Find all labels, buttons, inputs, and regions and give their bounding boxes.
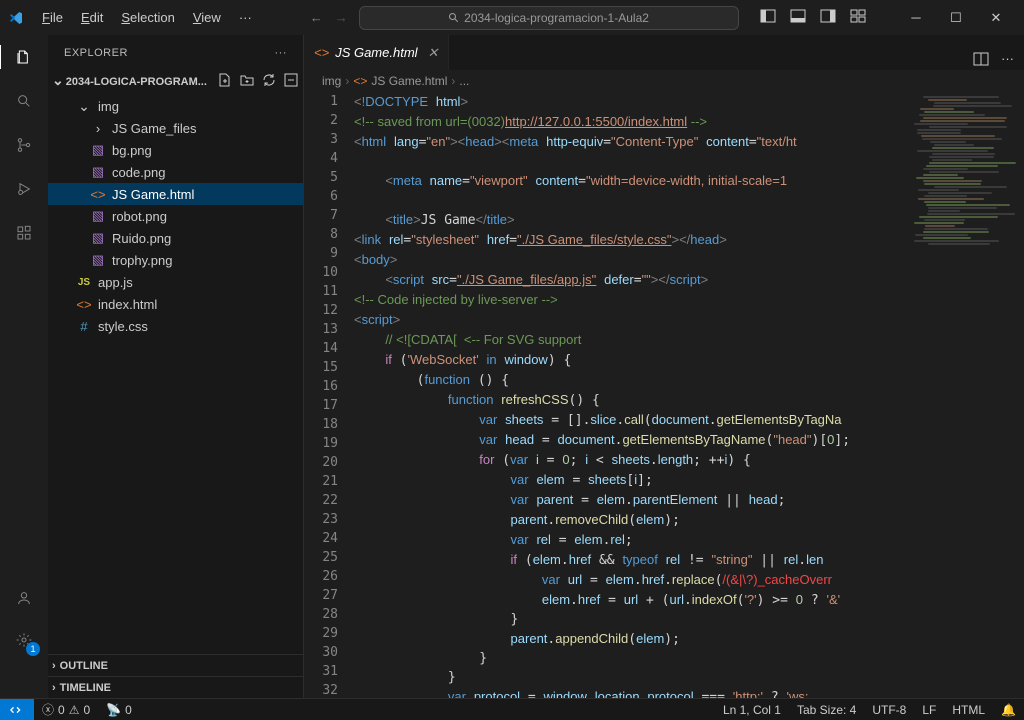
nav-back-icon[interactable]: ←	[310, 10, 323, 25]
menu-file[interactable]: File	[34, 6, 71, 29]
new-file-icon[interactable]	[217, 72, 233, 91]
tree-item[interactable]: #style.css	[48, 315, 303, 337]
explorer-icon[interactable]	[0, 45, 47, 69]
eol-button[interactable]: LF	[914, 703, 944, 717]
menu-selection[interactable]: Selection	[113, 6, 182, 29]
search-icon[interactable]	[12, 89, 36, 113]
settings-badge: 1	[26, 642, 40, 656]
vscode-logo-icon	[8, 10, 24, 26]
tree-item[interactable]: <>JS Game.html	[48, 183, 303, 205]
explorer-title: EXPLORER	[64, 47, 128, 59]
tree-item[interactable]: img	[48, 95, 303, 117]
search-text: 2034-logica-programacion-1-Aula2	[464, 11, 649, 25]
tab-js-game[interactable]: <> JS Game.html ✕	[304, 35, 449, 70]
account-icon[interactable]	[12, 586, 36, 610]
img-icon: ▧	[90, 252, 106, 268]
tab-label: JS Game.html	[335, 45, 417, 60]
extensions-icon[interactable]	[12, 221, 36, 245]
line-numbers: 1234567891011121314151617181920212223242…	[304, 92, 354, 698]
collapse-icon[interactable]	[283, 72, 299, 91]
html-icon: <>	[314, 45, 329, 60]
tree-item[interactable]: ▧robot.png	[48, 205, 303, 227]
radio-icon: 📡	[106, 703, 121, 717]
debug-icon[interactable]	[12, 177, 36, 201]
port-button[interactable]: 📡0	[98, 703, 140, 717]
chev-d-icon	[76, 99, 92, 114]
file-tree: imgJS Game_files▧bg.png▧code.png<>JS Gam…	[48, 93, 303, 654]
tree-item[interactable]: ▧trophy.png	[48, 249, 303, 271]
img-icon: ▧	[90, 230, 106, 246]
source-control-icon[interactable]	[12, 133, 36, 157]
problems-button[interactable]: ⓧ0 ⚠0	[34, 701, 98, 718]
titlebar: File Edit Selection View ··· ← → 2034-lo…	[0, 0, 1024, 35]
html-icon: <>	[76, 297, 92, 312]
warning-icon: ⚠	[69, 703, 80, 717]
layout-primary-icon[interactable]	[760, 8, 776, 27]
new-folder-icon[interactable]	[239, 72, 255, 91]
project-name: 2034-LOGICA-PROGRAM...	[66, 76, 207, 88]
editor-body[interactable]: 1234567891011121314151617181920212223242…	[304, 92, 1024, 698]
tree-item[interactable]: ▧bg.png	[48, 139, 303, 161]
menu-bar: File Edit Selection View ···	[34, 6, 260, 29]
maximize-button[interactable]: ☐	[936, 3, 976, 33]
img-icon: ▧	[90, 164, 106, 180]
sidebar: EXPLORER ··· 2034-LOGICA-PROGRAM... imgJ…	[48, 35, 304, 698]
editor-area: <> JS Game.html ✕ ··· img› <>JS Game.htm…	[304, 35, 1024, 698]
tree-item[interactable]: ▧Ruido.png	[48, 227, 303, 249]
breadcrumb[interactable]: img› <>JS Game.html› ...	[304, 70, 1024, 92]
tree-item[interactable]: ▧code.png	[48, 161, 303, 183]
layout-secondary-icon[interactable]	[820, 8, 836, 27]
tabs: <> JS Game.html ✕ ···	[304, 35, 1024, 70]
cursor-position[interactable]: Ln 1, Col 1	[715, 703, 789, 717]
remote-icon[interactable]	[0, 699, 34, 720]
close-icon[interactable]: ✕	[428, 45, 439, 61]
css-icon: #	[76, 319, 92, 334]
indent-button[interactable]: Tab Size: 4	[789, 703, 864, 717]
activity-bar: 1	[0, 35, 48, 698]
chev-r-icon	[90, 121, 106, 136]
tree-item[interactable]: JSapp.js	[48, 271, 303, 293]
tab-more-icon[interactable]: ···	[1001, 51, 1014, 70]
tree-item[interactable]: <>index.html	[48, 293, 303, 315]
nav-forward-icon[interactable]: →	[335, 10, 348, 25]
project-header[interactable]: 2034-LOGICA-PROGRAM...	[48, 70, 303, 93]
menu-edit[interactable]: Edit	[73, 6, 111, 29]
statusbar: ⓧ0 ⚠0 📡0 Ln 1, Col 1 Tab Size: 4 UTF-8 L…	[0, 698, 1024, 720]
settings-icon[interactable]: 1	[12, 628, 36, 652]
minimize-button[interactable]: ─	[896, 3, 936, 33]
command-center[interactable]: 2034-logica-programacion-1-Aula2	[359, 6, 739, 30]
close-button[interactable]: ✕	[976, 3, 1016, 33]
split-editor-icon[interactable]	[973, 51, 989, 70]
timeline-section[interactable]: TIMELINE	[48, 676, 303, 698]
explorer-header: EXPLORER ···	[48, 35, 303, 70]
js-icon: JS	[76, 277, 92, 288]
explorer-more-icon[interactable]: ···	[275, 47, 288, 59]
refresh-icon[interactable]	[261, 72, 277, 91]
layout-customize-icon[interactable]	[850, 8, 866, 27]
encoding-button[interactable]: UTF-8	[864, 703, 914, 717]
menu-more[interactable]: ···	[231, 6, 260, 29]
img-icon: ▧	[90, 142, 106, 158]
outline-section[interactable]: OUTLINE	[48, 654, 303, 676]
html-icon: <>	[90, 187, 106, 202]
notifications-icon[interactable]: 🔔	[993, 703, 1024, 717]
menu-view[interactable]: View	[185, 6, 229, 29]
img-icon: ▧	[90, 208, 106, 224]
minimap[interactable]	[914, 92, 1010, 698]
error-icon: ⓧ	[42, 701, 54, 718]
layout-panel-icon[interactable]	[790, 8, 806, 27]
language-button[interactable]: HTML	[944, 703, 993, 717]
tree-item[interactable]: JS Game_files	[48, 117, 303, 139]
